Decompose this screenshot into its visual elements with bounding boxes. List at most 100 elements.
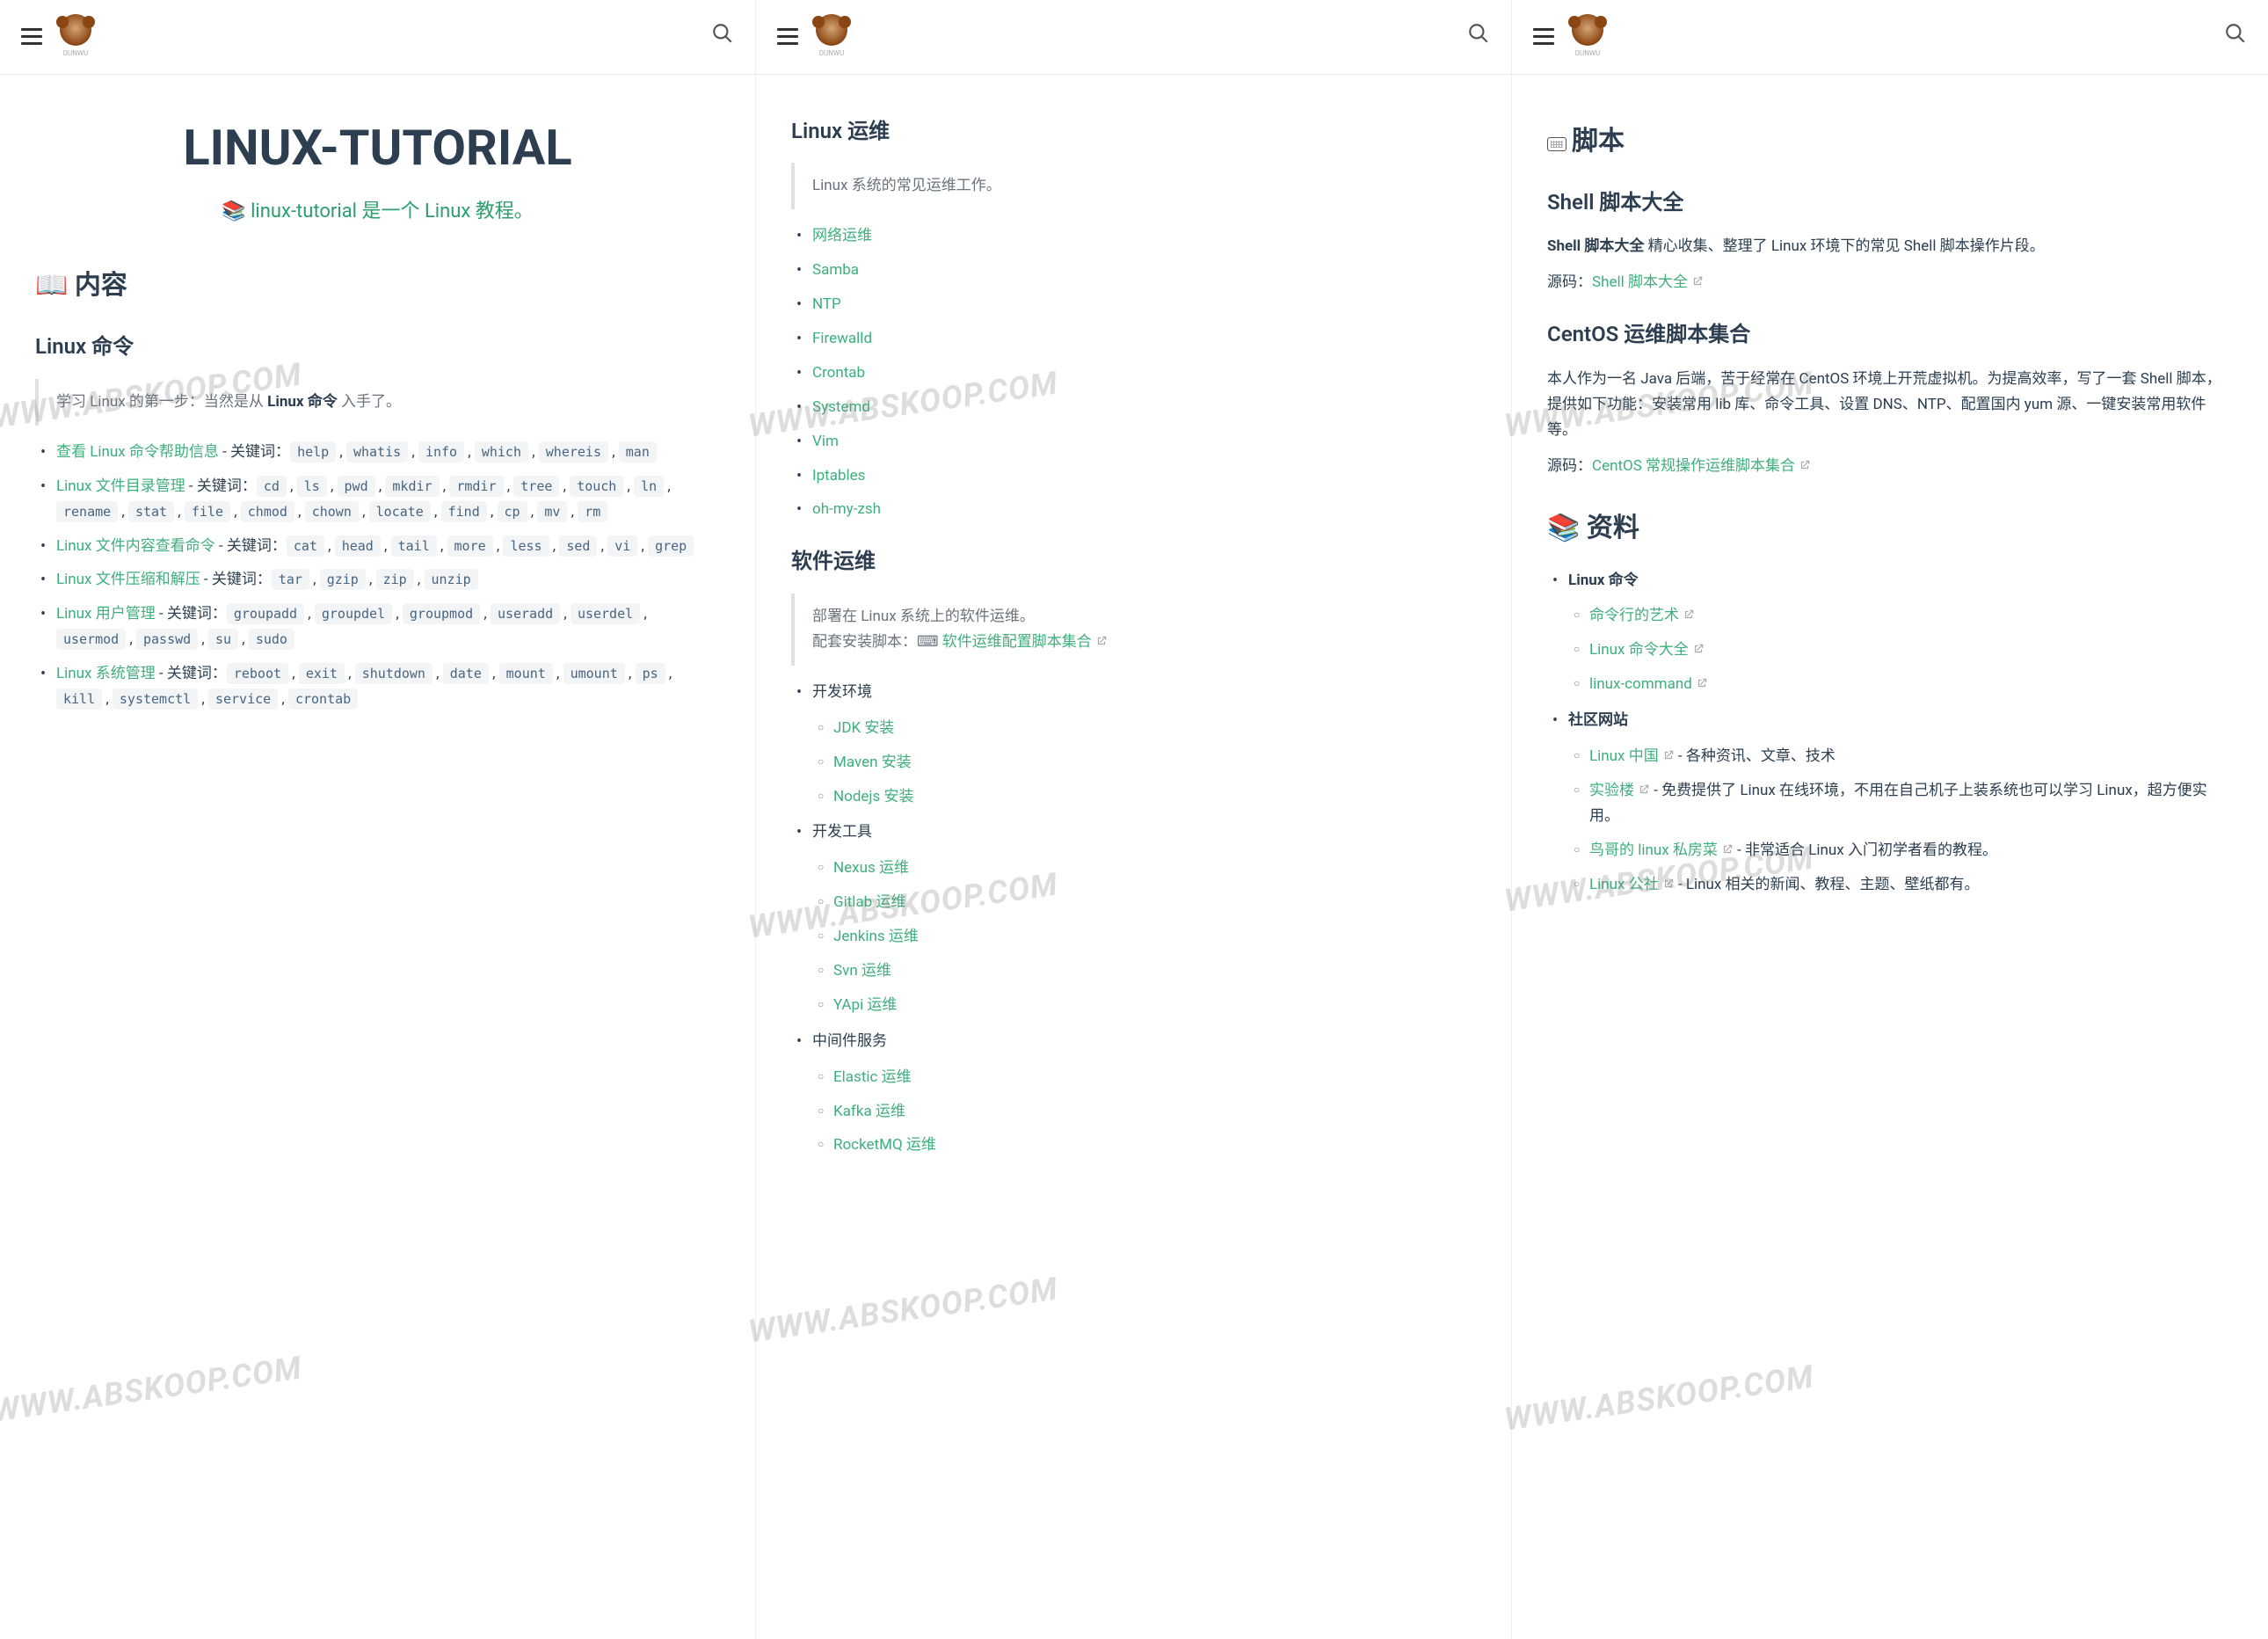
list-item: Nexus 运维 xyxy=(833,856,1476,881)
search-icon[interactable] xyxy=(1467,22,1490,52)
resources-heading: 📚 资料 xyxy=(1547,506,2233,550)
centos-desc: 本人作为一名 Java 后端，苦于经常在 CentOS 环境上开荒虚拟机。为提高… xyxy=(1547,367,2233,443)
keyboard-icon xyxy=(1547,137,1567,151)
res-link[interactable]: Linux 公社 xyxy=(1589,876,1675,893)
external-link-icon xyxy=(1095,630,1108,643)
kw-code: mv xyxy=(537,501,567,522)
search-icon[interactable] xyxy=(711,22,734,52)
list-item: Elastic 运维 xyxy=(833,1065,1476,1090)
ops-link[interactable]: Iptables xyxy=(812,467,865,484)
soft-link[interactable]: YApi 运维 xyxy=(833,996,897,1014)
kw-code: tail xyxy=(391,535,437,557)
kw-code: ln xyxy=(634,476,664,497)
cmd-link[interactable]: Linux 用户管理 xyxy=(56,605,156,623)
list-item: Linux 用户管理 - 关键词：groupadd , groupdel , g… xyxy=(56,601,720,652)
res-link[interactable]: Linux 中国 xyxy=(1589,747,1675,765)
list-item: Svn 运维 xyxy=(833,958,1476,984)
resources-list: Linux 命令命令行的艺术Linux 命令大全linux-command社区网… xyxy=(1547,568,2233,898)
kw-code: touch xyxy=(570,476,623,497)
header-bar: DUNWU xyxy=(0,0,755,75)
ops-link[interactable]: oh-my-zsh xyxy=(812,500,881,518)
kw-code: chmod xyxy=(241,501,294,522)
header-bar: DUNWU xyxy=(756,0,1511,75)
soft-link[interactable]: Nodejs 安装 xyxy=(833,788,913,805)
list-item: Linux 文件内容查看命令 - 关键词：cat , head , tail ,… xyxy=(56,534,720,559)
shell-source-link[interactable]: Shell 脚本大全 xyxy=(1592,273,1704,291)
centos-source: 源码：CentOS 常规操作运维脚本集合 xyxy=(1547,454,2233,479)
cmd-link[interactable]: Linux 文件压缩和解压 xyxy=(56,571,200,588)
page-title: LINUX-TUTORIAL xyxy=(35,119,720,178)
list-item: oh-my-zsh xyxy=(812,497,1476,522)
logo[interactable]: DUNWU xyxy=(816,14,847,60)
soft-link[interactable]: Gitlab 运维 xyxy=(833,893,905,911)
kw-code: ls xyxy=(297,476,327,497)
centos-source-link[interactable]: CentOS 常规操作运维脚本集合 xyxy=(1592,457,1811,475)
soft-link[interactable]: Kafka 运维 xyxy=(833,1103,905,1120)
soft-link[interactable]: RocketMQ 运维 xyxy=(833,1136,936,1154)
list-item: JDK 安装 xyxy=(833,716,1476,741)
kw-code: vi xyxy=(607,535,637,557)
list-item: 实验楼 - 免费提供了 Linux 在线环境，不用在自己机子上装系统也可以学习 … xyxy=(1589,778,2233,829)
cmd-link[interactable]: Linux 文件内容查看命令 xyxy=(56,537,215,555)
kw-code: file xyxy=(185,501,230,522)
kw-code: unzip xyxy=(425,569,478,590)
list-group: Linux 命令命令行的艺术Linux 命令大全linux-command xyxy=(1568,568,2233,698)
kw-code: date xyxy=(443,663,489,684)
quote-software: 部署在 Linux 系统上的软件运维。 配套安装脚本：⌨ 软件运维配置脚本集合 xyxy=(791,594,1476,666)
kw-code: mkdir xyxy=(385,476,439,497)
ops-link[interactable]: Vim xyxy=(812,433,839,450)
soft-link[interactable]: JDK 安装 xyxy=(833,719,894,737)
ops-link[interactable]: NTP xyxy=(812,295,841,313)
soft-link[interactable]: Nexus 运维 xyxy=(833,859,909,877)
soft-link[interactable]: Elastic 运维 xyxy=(833,1068,912,1086)
kw-code: gzip xyxy=(320,569,366,590)
list-group: 中间件服务Elastic 运维Kafka 运维RocketMQ 运维 xyxy=(812,1029,1476,1159)
kw-code: stat xyxy=(128,501,174,522)
kw-code: mount xyxy=(499,663,553,684)
ops-link[interactable]: Crontab xyxy=(812,364,865,382)
list-item: Jenkins 运维 xyxy=(833,924,1476,950)
external-link-icon xyxy=(1662,873,1675,885)
list-item: linux-command xyxy=(1589,672,2233,697)
res-link[interactable]: 实验楼 xyxy=(1589,782,1650,799)
ops-link[interactable]: 网络运维 xyxy=(812,227,872,244)
kw-code: whatis xyxy=(346,441,408,463)
cmd-link[interactable]: 查看 Linux 命令帮助信息 xyxy=(56,443,219,461)
ops-link[interactable]: Systemd xyxy=(812,398,870,416)
software-list: 开发环境JDK 安装Maven 安装Nodejs 安装开发工具Nexus 运维G… xyxy=(791,680,1476,1158)
external-link-icon xyxy=(1721,839,1734,851)
list-item: Linux 文件目录管理 - 关键词：cd , ls , pwd , mkdir… xyxy=(56,474,720,525)
kw-code: sudo xyxy=(249,629,294,650)
list-item: Kafka 运维 xyxy=(833,1099,1476,1125)
kw-code: ps xyxy=(636,663,665,684)
list-item: 网络运维 xyxy=(812,223,1476,249)
soft-link[interactable]: Jenkins 运维 xyxy=(833,928,919,945)
kw-code: shutdown xyxy=(355,663,433,684)
logo[interactable]: DUNWU xyxy=(60,14,91,60)
list-item: Gitlab 运维 xyxy=(833,890,1476,915)
external-link-icon xyxy=(1696,673,1708,685)
kw-code: passwd xyxy=(136,629,198,650)
logo[interactable]: DUNWU xyxy=(1572,14,1603,60)
menu-icon[interactable] xyxy=(777,28,798,45)
kw-code: man xyxy=(619,441,657,463)
soft-link[interactable]: Svn 运维 xyxy=(833,962,891,980)
menu-icon[interactable] xyxy=(21,28,42,45)
list-item: Linux 公社 - Linux 相关的新闻、教程、主题、壁纸都有。 xyxy=(1589,872,2233,898)
kw-code: zip xyxy=(376,569,414,590)
kw-code: info xyxy=(418,441,464,463)
cmd-link[interactable]: Linux 文件目录管理 xyxy=(56,477,185,495)
ops-link[interactable]: Firewalld xyxy=(812,330,872,347)
cmd-link[interactable]: Linux 系统管理 xyxy=(56,665,156,682)
res-link[interactable]: 鸟哥的 linux 私房菜 xyxy=(1589,841,1734,859)
res-link[interactable]: linux-command xyxy=(1589,675,1708,693)
soft-link[interactable]: Maven 安装 xyxy=(833,754,912,771)
kw-code: cd xyxy=(257,476,287,497)
menu-icon[interactable] xyxy=(1533,28,1554,45)
search-icon[interactable] xyxy=(2224,22,2247,52)
res-link[interactable]: Linux 命令大全 xyxy=(1589,641,1705,659)
res-link[interactable]: 命令行的艺术 xyxy=(1589,607,1695,624)
list-item: 命令行的艺术 xyxy=(1589,603,2233,629)
ops-link[interactable]: Samba xyxy=(812,261,859,279)
software-scripts-link[interactable]: 软件运维配置脚本集合 xyxy=(942,633,1108,651)
